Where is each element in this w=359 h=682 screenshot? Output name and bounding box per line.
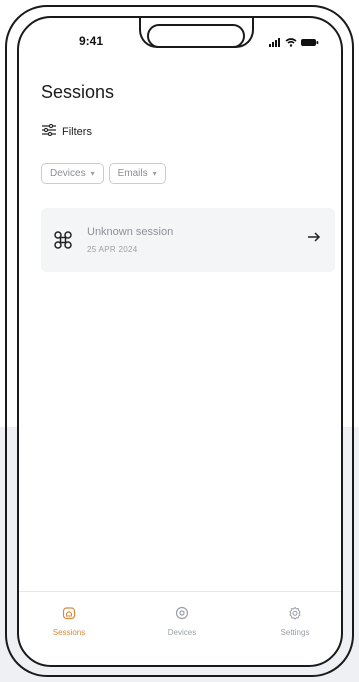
gear-icon	[288, 606, 302, 622]
page-title: Sessions	[41, 82, 115, 102]
wifi-icon	[285, 34, 297, 52]
filter-chips: Devices ▾ Emails ▾	[41, 163, 166, 184]
filters-label: Filters	[62, 125, 92, 138]
session-list-item[interactable]: Unknown session 25 APR 2024	[41, 208, 335, 272]
tab-sessions[interactable]: Sessions	[39, 606, 99, 637]
tab-settings[interactable]: Settings	[265, 606, 325, 637]
sliders-icon	[42, 123, 56, 139]
chip-label: Devices	[50, 168, 86, 179]
devices-filter-dropdown[interactable]: Devices ▾	[41, 163, 104, 184]
tabbar-divider	[19, 591, 341, 592]
phone-screen: 9:41 Sessions Filters Devices ▾ Emails ▾…	[17, 16, 343, 667]
chevron-down-icon: ▾	[90, 169, 95, 178]
device-icon	[175, 606, 189, 622]
tab-bar: Sessions Devices Settings	[19, 606, 341, 637]
signal-icon	[269, 34, 281, 52]
chip-label: Emails	[117, 168, 148, 179]
tab-label: Devices	[167, 628, 197, 637]
tab-label: Sessions	[52, 628, 86, 637]
battery-icon	[301, 34, 319, 52]
screenshot-canvas: 9:41 Sessions Filters Devices ▾ Emails ▾…	[0, 0, 359, 682]
status-icons	[269, 34, 319, 52]
home-icon	[62, 606, 76, 622]
status-time: 9:41	[79, 34, 104, 48]
tab-devices[interactable]: Devices	[152, 606, 212, 637]
filters-button[interactable]: Filters	[42, 123, 92, 139]
session-date: 25 APR 2024	[87, 245, 138, 254]
chevron-down-icon: ▾	[152, 169, 157, 178]
tab-label: Settings	[280, 628, 310, 637]
emails-filter-dropdown[interactable]: Emails ▾	[108, 163, 166, 184]
command-icon	[53, 230, 73, 250]
arrow-right-icon[interactable]	[307, 230, 321, 244]
session-title: Unknown session	[87, 226, 174, 238]
dynamic-island	[147, 24, 245, 48]
